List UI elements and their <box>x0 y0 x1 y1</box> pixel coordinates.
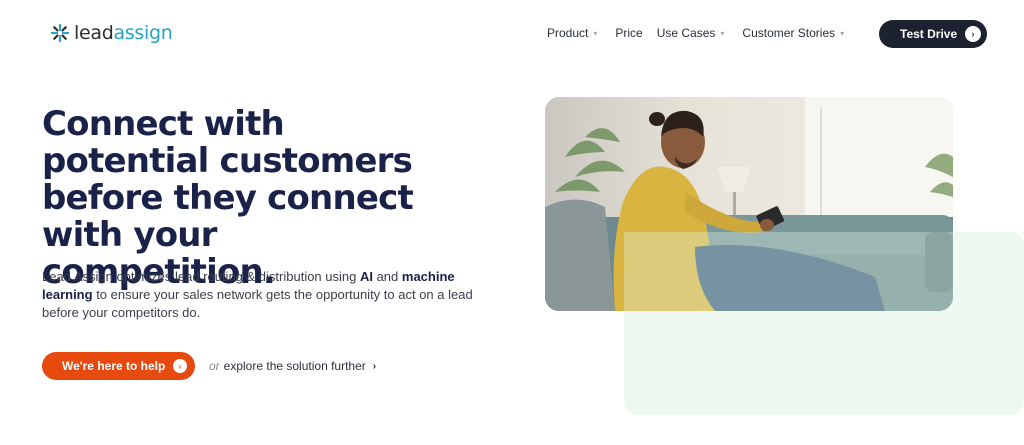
nav-item-label: Product <box>547 26 589 40</box>
nav-item-price[interactable]: Price <box>615 26 642 40</box>
nav-item-label: Use Cases <box>656 26 716 40</box>
nav-item-label: Customer Stories <box>742 26 836 40</box>
explore-label: explore the solution further <box>223 359 366 373</box>
logo-wordmark: leadassign <box>74 22 173 44</box>
test-drive-label: Test Drive <box>900 27 958 41</box>
arrow-right-circle-icon: › <box>965 26 981 42</box>
nav-item-product[interactable]: Product ▾ <box>547 26 597 40</box>
hero-desc-text-1: Lead Assign optimizes lead routing & dis… <box>42 269 360 284</box>
logo-wordmark-assign: assign <box>113 22 173 44</box>
nav-item-use-cases[interactable]: Use Cases ▾ <box>657 26 725 40</box>
arrow-right-circle-icon: › <box>173 359 187 373</box>
starburst-logo-icon <box>50 23 70 43</box>
main-nav: Product ▾ Price Use Cases ▾ Customer Sto… <box>547 26 862 40</box>
explore-solution-link[interactable]: or explore the solution further › <box>209 359 376 373</box>
help-button[interactable]: We're here to help › <box>42 352 195 380</box>
explore-prefix: or <box>209 359 220 373</box>
hero-title: Connect with potential customers before … <box>42 104 414 292</box>
help-button-label: We're here to help <box>62 359 166 373</box>
photo-overlay <box>624 232 953 311</box>
hero-desc-text-3: to ensure your sales network gets the op… <box>42 287 473 320</box>
chevron-right-icon: › <box>372 360 377 372</box>
brand-logo[interactable]: leadassign <box>50 22 173 44</box>
hero-desc-bold-ai: AI <box>359 269 373 284</box>
chevron-down-icon: ▾ <box>593 28 598 38</box>
chevron-down-icon: ▾ <box>840 28 845 38</box>
logo-wordmark-lead: lead <box>74 22 114 44</box>
hero-description: Lead Assign optimizes lead routing & dis… <box>42 268 502 322</box>
test-drive-button[interactable]: Test Drive › <box>879 20 987 48</box>
nav-item-label: Price <box>615 26 643 40</box>
chevron-down-icon: ▾ <box>720 28 725 38</box>
nav-item-customer-stories[interactable]: Customer Stories ▾ <box>742 26 844 40</box>
hero-photo <box>545 97 953 311</box>
hero-desc-text-2: and <box>372 269 402 284</box>
